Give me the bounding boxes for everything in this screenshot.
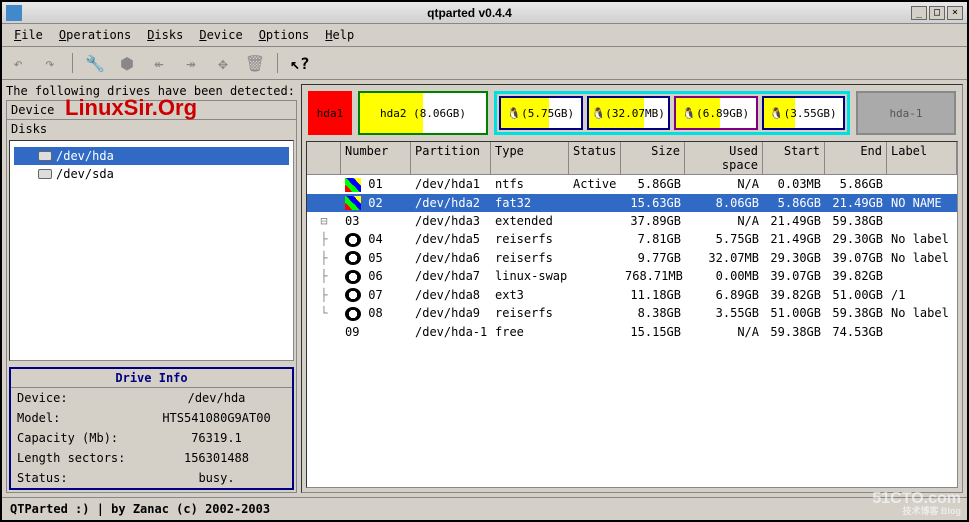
minimize-button[interactable]: _: [911, 6, 927, 20]
content-area: The following drives have been detected:…: [2, 80, 967, 497]
device-header-label: Device: [11, 103, 54, 117]
table-body[interactable]: 01/dev/hda1ntfsActive5.86GBN/A0.03MB5.86…: [307, 175, 957, 487]
toolbar: ↶ ↷ 🔧 ⬢ ↞ ↠ ✥ 🗑 ↖?: [2, 47, 967, 80]
column-header[interactable]: Status: [569, 142, 621, 174]
column-header[interactable]: Number: [341, 142, 411, 174]
help-button[interactable]: ↖?: [288, 51, 312, 75]
column-header[interactable]: Type: [491, 142, 569, 174]
resize-right-button[interactable]: ↠: [179, 51, 203, 75]
partition-sub-block[interactable]: 🐧(5.75GB): [499, 96, 583, 130]
drive-info-title: Drive Info: [11, 369, 292, 388]
table-row[interactable]: ├ 07/dev/hda8ext311.18GB6.89GB39.82GB51.…: [307, 286, 957, 305]
linux-icon: [345, 251, 361, 265]
linux-icon: [345, 307, 361, 321]
table-row[interactable]: ├ 06/dev/hda7linux-swap768.71MB0.00MB39.…: [307, 267, 957, 286]
menu-file[interactable]: File: [6, 26, 51, 44]
partition-block-free[interactable]: hda-1: [856, 91, 956, 135]
disk-icon: [38, 169, 52, 179]
menu-disks[interactable]: Disks: [139, 26, 191, 44]
column-header[interactable]: Partition: [411, 142, 491, 174]
app-icon: [6, 5, 22, 21]
table-header: NumberPartitionTypeStatusSizeUsed spaceS…: [307, 142, 957, 175]
windows-icon: [345, 178, 361, 192]
drive-info-row: Status:busy.: [11, 468, 292, 488]
menu-operations[interactable]: Operations: [51, 26, 139, 44]
drive-info-panel: Drive Info Device:/dev/hdaModel:HTS54108…: [9, 367, 294, 490]
format-button[interactable]: ⬢: [115, 51, 139, 75]
drive-info-row: Device:/dev/hda: [11, 388, 292, 408]
delete-button[interactable]: 🗑: [243, 51, 267, 75]
column-header[interactable]: Start: [763, 142, 825, 174]
partition-block-hda2[interactable]: hda2 (8.06GB): [358, 91, 488, 135]
linux-icon: [345, 288, 361, 302]
disk-item[interactable]: /dev/hda: [14, 147, 289, 165]
disk-item[interactable]: /dev/sda: [14, 165, 289, 183]
partition-sub-block[interactable]: 🐧(3.55GB): [762, 96, 846, 130]
table-row[interactable]: └ 08/dev/hda9reiserfs8.38GB3.55GB51.00GB…: [307, 304, 957, 323]
redo-button[interactable]: ↷: [38, 51, 62, 75]
table-row[interactable]: 09/dev/hda-1free15.15GBN/A59.38GB74.53GB: [307, 323, 957, 341]
drive-info-row: Capacity (Mb):76319.1: [11, 428, 292, 448]
maximize-button[interactable]: □: [929, 6, 945, 20]
menu-device[interactable]: Device: [191, 26, 250, 44]
drive-info-row: Length sectors:156301488: [11, 448, 292, 468]
partition-table: NumberPartitionTypeStatusSizeUsed spaceS…: [306, 141, 958, 488]
resize-left-button[interactable]: ↞: [147, 51, 171, 75]
table-row[interactable]: ⊟ 03/dev/hda3extended37.89GBN/A21.49GB59…: [307, 212, 957, 230]
table-row[interactable]: 01/dev/hda1ntfsActive5.86GBN/A0.03MB5.86…: [307, 175, 957, 194]
table-row[interactable]: ├ 05/dev/hda6reiserfs9.77GB32.07MB29.30G…: [307, 249, 957, 268]
column-header[interactable]: End: [825, 142, 887, 174]
separator: [72, 53, 73, 73]
disks-label: Disks: [7, 120, 296, 138]
titlebar: qtparted v0.4.4 _ □ ×: [2, 2, 967, 24]
partition-sub-block[interactable]: 🐧(6.89GB): [674, 96, 758, 130]
menu-help[interactable]: Help: [317, 26, 362, 44]
window-controls: _ □ ×: [911, 6, 963, 20]
statusbar: QTParted :) | by Zanac (c) 2002-2003: [2, 497, 967, 520]
close-button[interactable]: ×: [947, 6, 963, 20]
wrench-icon[interactable]: 🔧: [83, 51, 107, 75]
main-window: qtparted v0.4.4 _ □ × FileOperationsDisk…: [0, 0, 969, 522]
corner-watermark: 51CTO.com 技术博客 Blog: [872, 491, 961, 516]
move-button[interactable]: ✥: [211, 51, 235, 75]
column-header[interactable]: Used space: [685, 142, 763, 174]
left-panel: The following drives have been detected:…: [6, 84, 297, 493]
disk-tree[interactable]: /dev/hda/dev/sda: [9, 140, 294, 361]
undo-button[interactable]: ↶: [6, 51, 30, 75]
column-header[interactable]: Label: [887, 142, 957, 174]
table-row[interactable]: 02/dev/hda2fat3215.63GB8.06GB5.86GB21.49…: [307, 194, 957, 213]
disk-icon: [38, 151, 52, 161]
right-panel: hda1 hda2 (8.06GB) 🐧(5.75GB)🐧(32.07MB)🐧(…: [301, 84, 963, 493]
partition-block-hda1[interactable]: hda1: [308, 91, 352, 135]
partition-sub-block[interactable]: 🐧(32.07MB): [587, 96, 671, 130]
menu-options[interactable]: Options: [251, 26, 318, 44]
menubar: FileOperationsDisksDeviceOptionsHelp: [2, 24, 967, 47]
status-text: QTParted :) | by Zanac (c) 2002-2003: [10, 502, 270, 516]
partition-block-extended[interactable]: 🐧(5.75GB)🐧(32.07MB)🐧(6.89GB)🐧(3.55GB): [494, 91, 850, 135]
window-title: qtparted v0.4.4: [28, 6, 911, 20]
device-header: Device LinuxSir.Org: [7, 101, 296, 120]
watermark-text: LinuxSir.Org: [65, 95, 197, 121]
partition-visual: hda1 hda2 (8.06GB) 🐧(5.75GB)🐧(32.07MB)🐧(…: [302, 85, 962, 141]
separator: [277, 53, 278, 73]
device-box: Device LinuxSir.Org Disks /dev/hda/dev/s…: [6, 100, 297, 493]
windows-icon: [345, 196, 361, 210]
drive-info-row: Model:HTS541080G9AT00: [11, 408, 292, 428]
table-row[interactable]: ├ 04/dev/hda5reiserfs7.81GB5.75GB21.49GB…: [307, 230, 957, 249]
column-header[interactable]: Size: [621, 142, 685, 174]
linux-icon: [345, 270, 361, 284]
linux-icon: [345, 233, 361, 247]
